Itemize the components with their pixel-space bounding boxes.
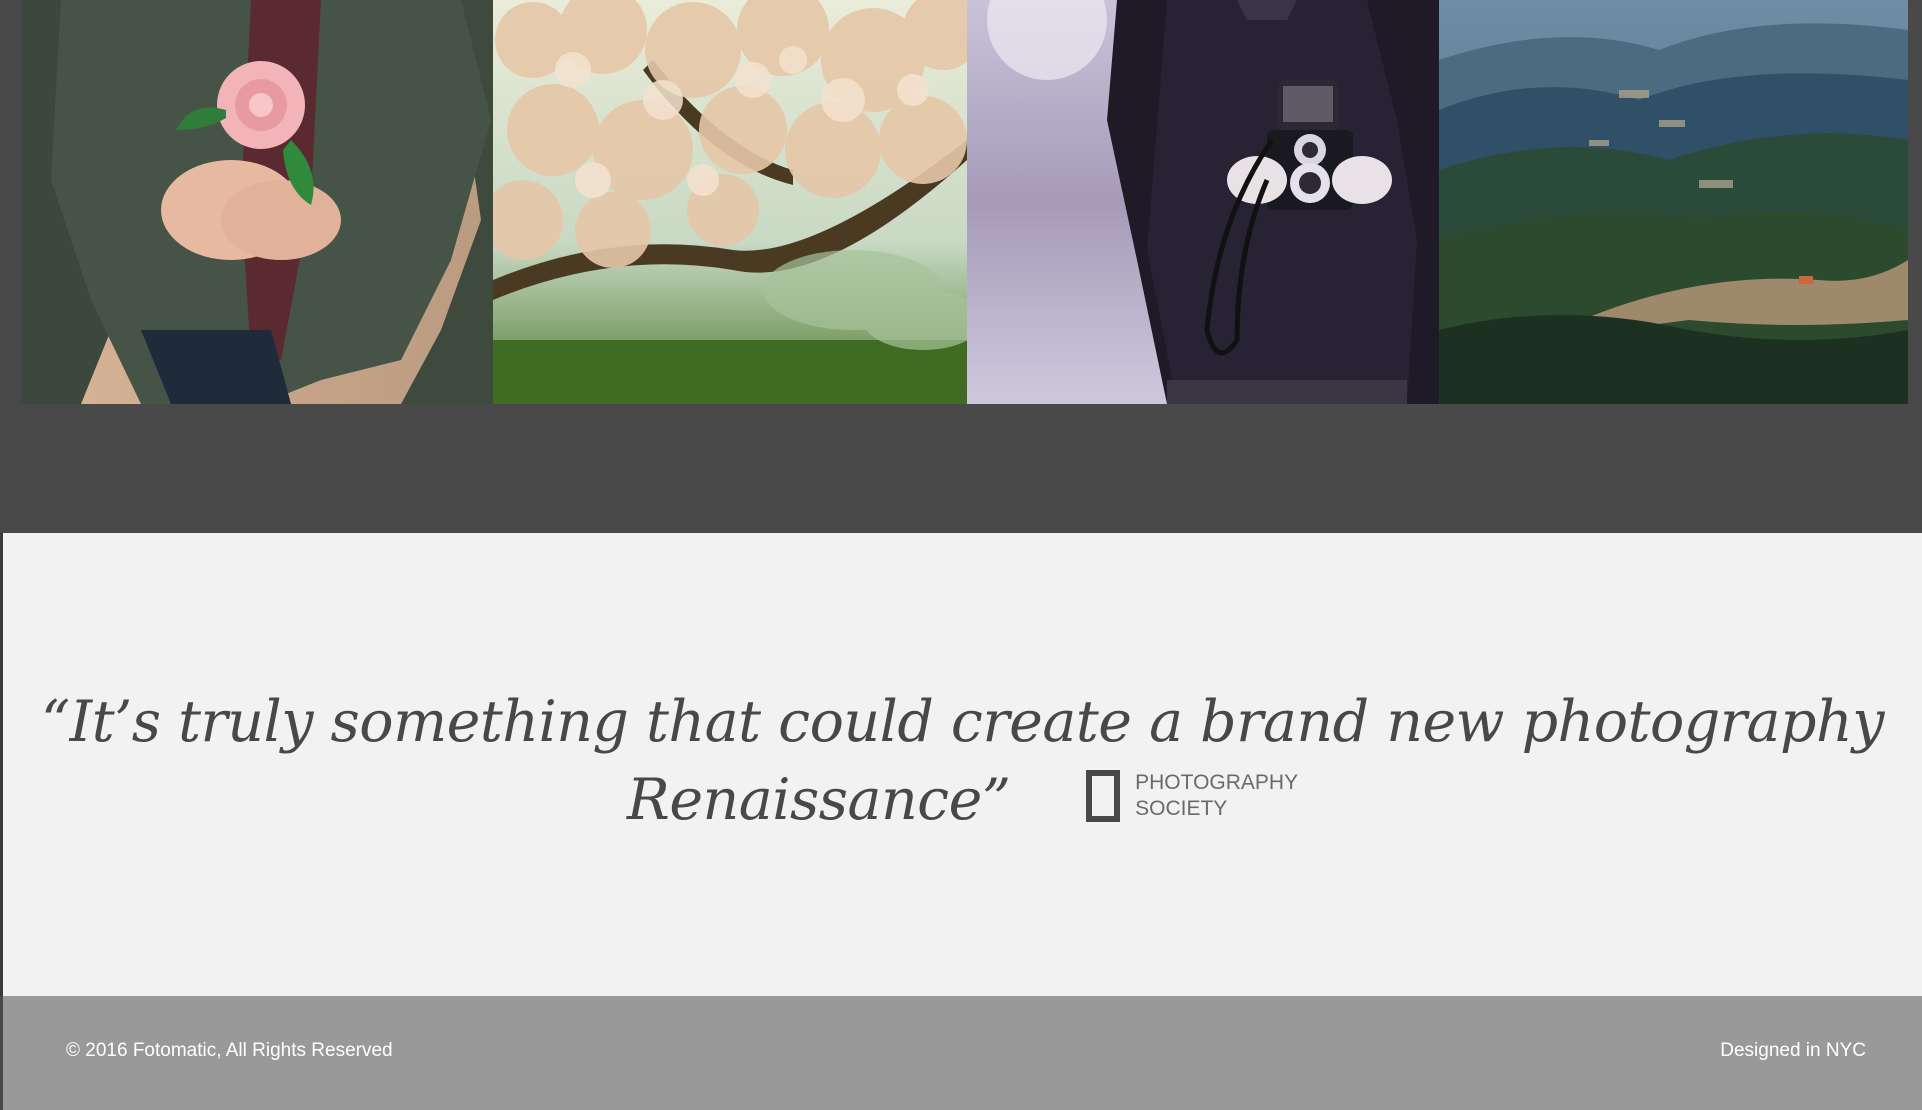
copyright-text: © 2016 Fotomatic, All Rights Reserved <box>66 1040 393 1061</box>
quote-line-2: Renaissance” <box>626 767 1011 833</box>
society-name-line-1: PHOTOGRAPHY <box>1135 770 1299 794</box>
photo-mountain-landscape-icon <box>1439 0 1908 404</box>
quote-line-2-row: Renaissance” PHOTOGRAPHY SOCIETY <box>3 761 1922 839</box>
photography-society-logo: PHOTOGRAPHY SOCIETY <box>1086 769 1298 822</box>
photo-person-with-camera-icon <box>967 0 1439 404</box>
photo-woman-holding-rose-icon <box>21 0 493 404</box>
society-name: PHOTOGRAPHY SOCIETY <box>1135 770 1298 822</box>
testimonial-quote: “It’s truly something that could create … <box>3 683 1922 839</box>
society-frame-icon <box>1086 769 1121 822</box>
designer-credit: Designed in NYC <box>1720 1040 1866 1061</box>
gallery-photo-blossoms[interactable] <box>493 0 967 404</box>
quote-line-1: “It’s truly something that could create … <box>41 689 1884 755</box>
gallery-photo-camera[interactable] <box>967 0 1439 404</box>
gallery-photo-rose[interactable] <box>21 0 493 404</box>
photo-gallery <box>21 0 1908 404</box>
photo-blossoming-tree-icon <box>493 0 967 404</box>
page-footer: © 2016 Fotomatic, All Rights Reserved De… <box>3 996 1922 1110</box>
testimonial-section: “It’s truly something that could create … <box>3 533 1922 996</box>
gallery-photo-landscape[interactable] <box>1439 0 1908 404</box>
society-name-line-2: SOCIETY <box>1135 796 1228 820</box>
